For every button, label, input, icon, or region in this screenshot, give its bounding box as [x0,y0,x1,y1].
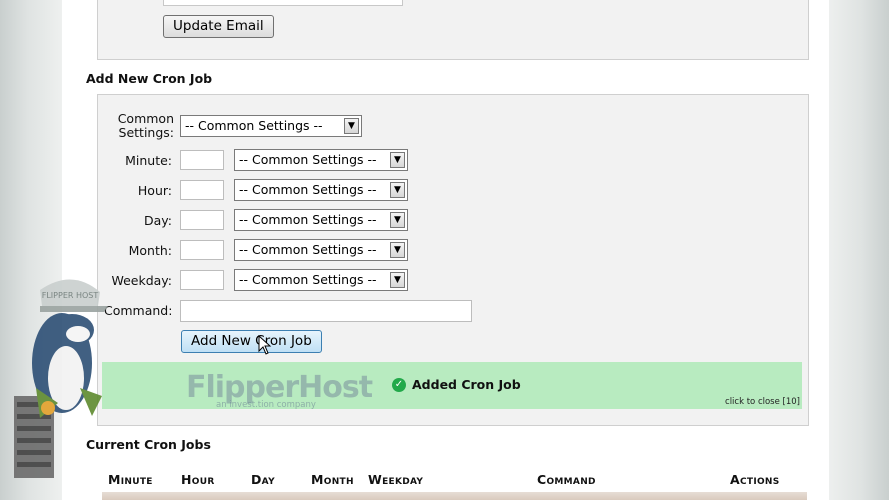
common-settings-select-value: -- Common Settings -- [185,118,323,133]
common-settings-select[interactable]: -- Common Settings -- ▼ [180,115,362,137]
hour-input[interactable] [180,180,224,200]
success-notification[interactable]: FlipperHost an invest.tion company ✓ Add… [102,362,802,410]
flipper-mascot-icon: FLIPPER HOST [14,279,108,478]
right-background-gutter [827,0,889,500]
column-header-hour: Hour [181,472,215,487]
add-cron-job-button[interactable]: Add New Cron Job [181,330,322,353]
minute-select-value: -- Common Settings -- [239,152,377,167]
chevron-down-icon[interactable]: ▼ [344,118,359,134]
weekday-label: Weekday: [111,273,172,288]
minute-select[interactable]: -- Common Settings -- ▼ [234,149,408,171]
weekday-select-value: -- Common Settings -- [239,272,377,287]
add-cron-title: Add New Cron Job [86,71,213,86]
day-label: Day: [144,213,172,228]
mascot-cap-text: FLIPPER HOST [42,291,99,300]
email-panel: Update Email [97,0,809,60]
update-email-button[interactable]: Update Email [163,15,274,38]
weekday-input[interactable] [180,270,224,290]
hour-select[interactable]: -- Common Settings -- ▼ [234,179,408,201]
minute-label: Minute: [125,153,172,168]
flipperhost-tagline: an invest.tion company [216,400,316,410]
chevron-down-icon[interactable]: ▼ [390,182,405,198]
email-field[interactable] [163,0,403,6]
command-input[interactable] [180,300,472,322]
day-input[interactable] [180,210,224,230]
chevron-down-icon[interactable]: ▼ [390,212,405,228]
table-header-underline [102,492,807,500]
month-select-value: -- Common Settings -- [239,242,377,257]
hour-select-value: -- Common Settings -- [239,182,377,197]
column-header-command: Command [537,472,596,487]
chevron-down-icon[interactable]: ▼ [390,242,405,258]
day-select-value: -- Common Settings -- [239,212,377,227]
column-header-day: Day [251,472,275,487]
weekday-select[interactable]: -- Common Settings -- ▼ [234,269,408,291]
chevron-down-icon[interactable]: ▼ [390,152,405,168]
month-label: Month: [128,243,172,258]
mouse-pointer-icon [258,335,272,355]
click-to-close-link[interactable]: click to close [10] [725,397,800,407]
column-header-weekday: Weekday [368,472,424,487]
page-content: Update Email Add New Cron Job Common Set… [62,0,829,500]
month-select[interactable]: -- Common Settings -- ▼ [234,239,408,261]
month-input[interactable] [180,240,224,260]
common-settings-label: Common Settings: [117,111,174,140]
chevron-down-icon[interactable]: ▼ [390,272,405,288]
column-header-actions: Actions [730,472,780,487]
day-select[interactable]: -- Common Settings -- ▼ [234,209,408,231]
success-message: Added Cron Job [412,377,521,392]
hour-label: Hour: [137,183,172,198]
command-label: Command: [104,303,173,318]
column-header-month: Month [311,472,354,487]
checkmark-icon: ✓ [392,378,406,392]
column-header-minute: Minute [108,472,153,487]
minute-input[interactable] [180,150,224,170]
